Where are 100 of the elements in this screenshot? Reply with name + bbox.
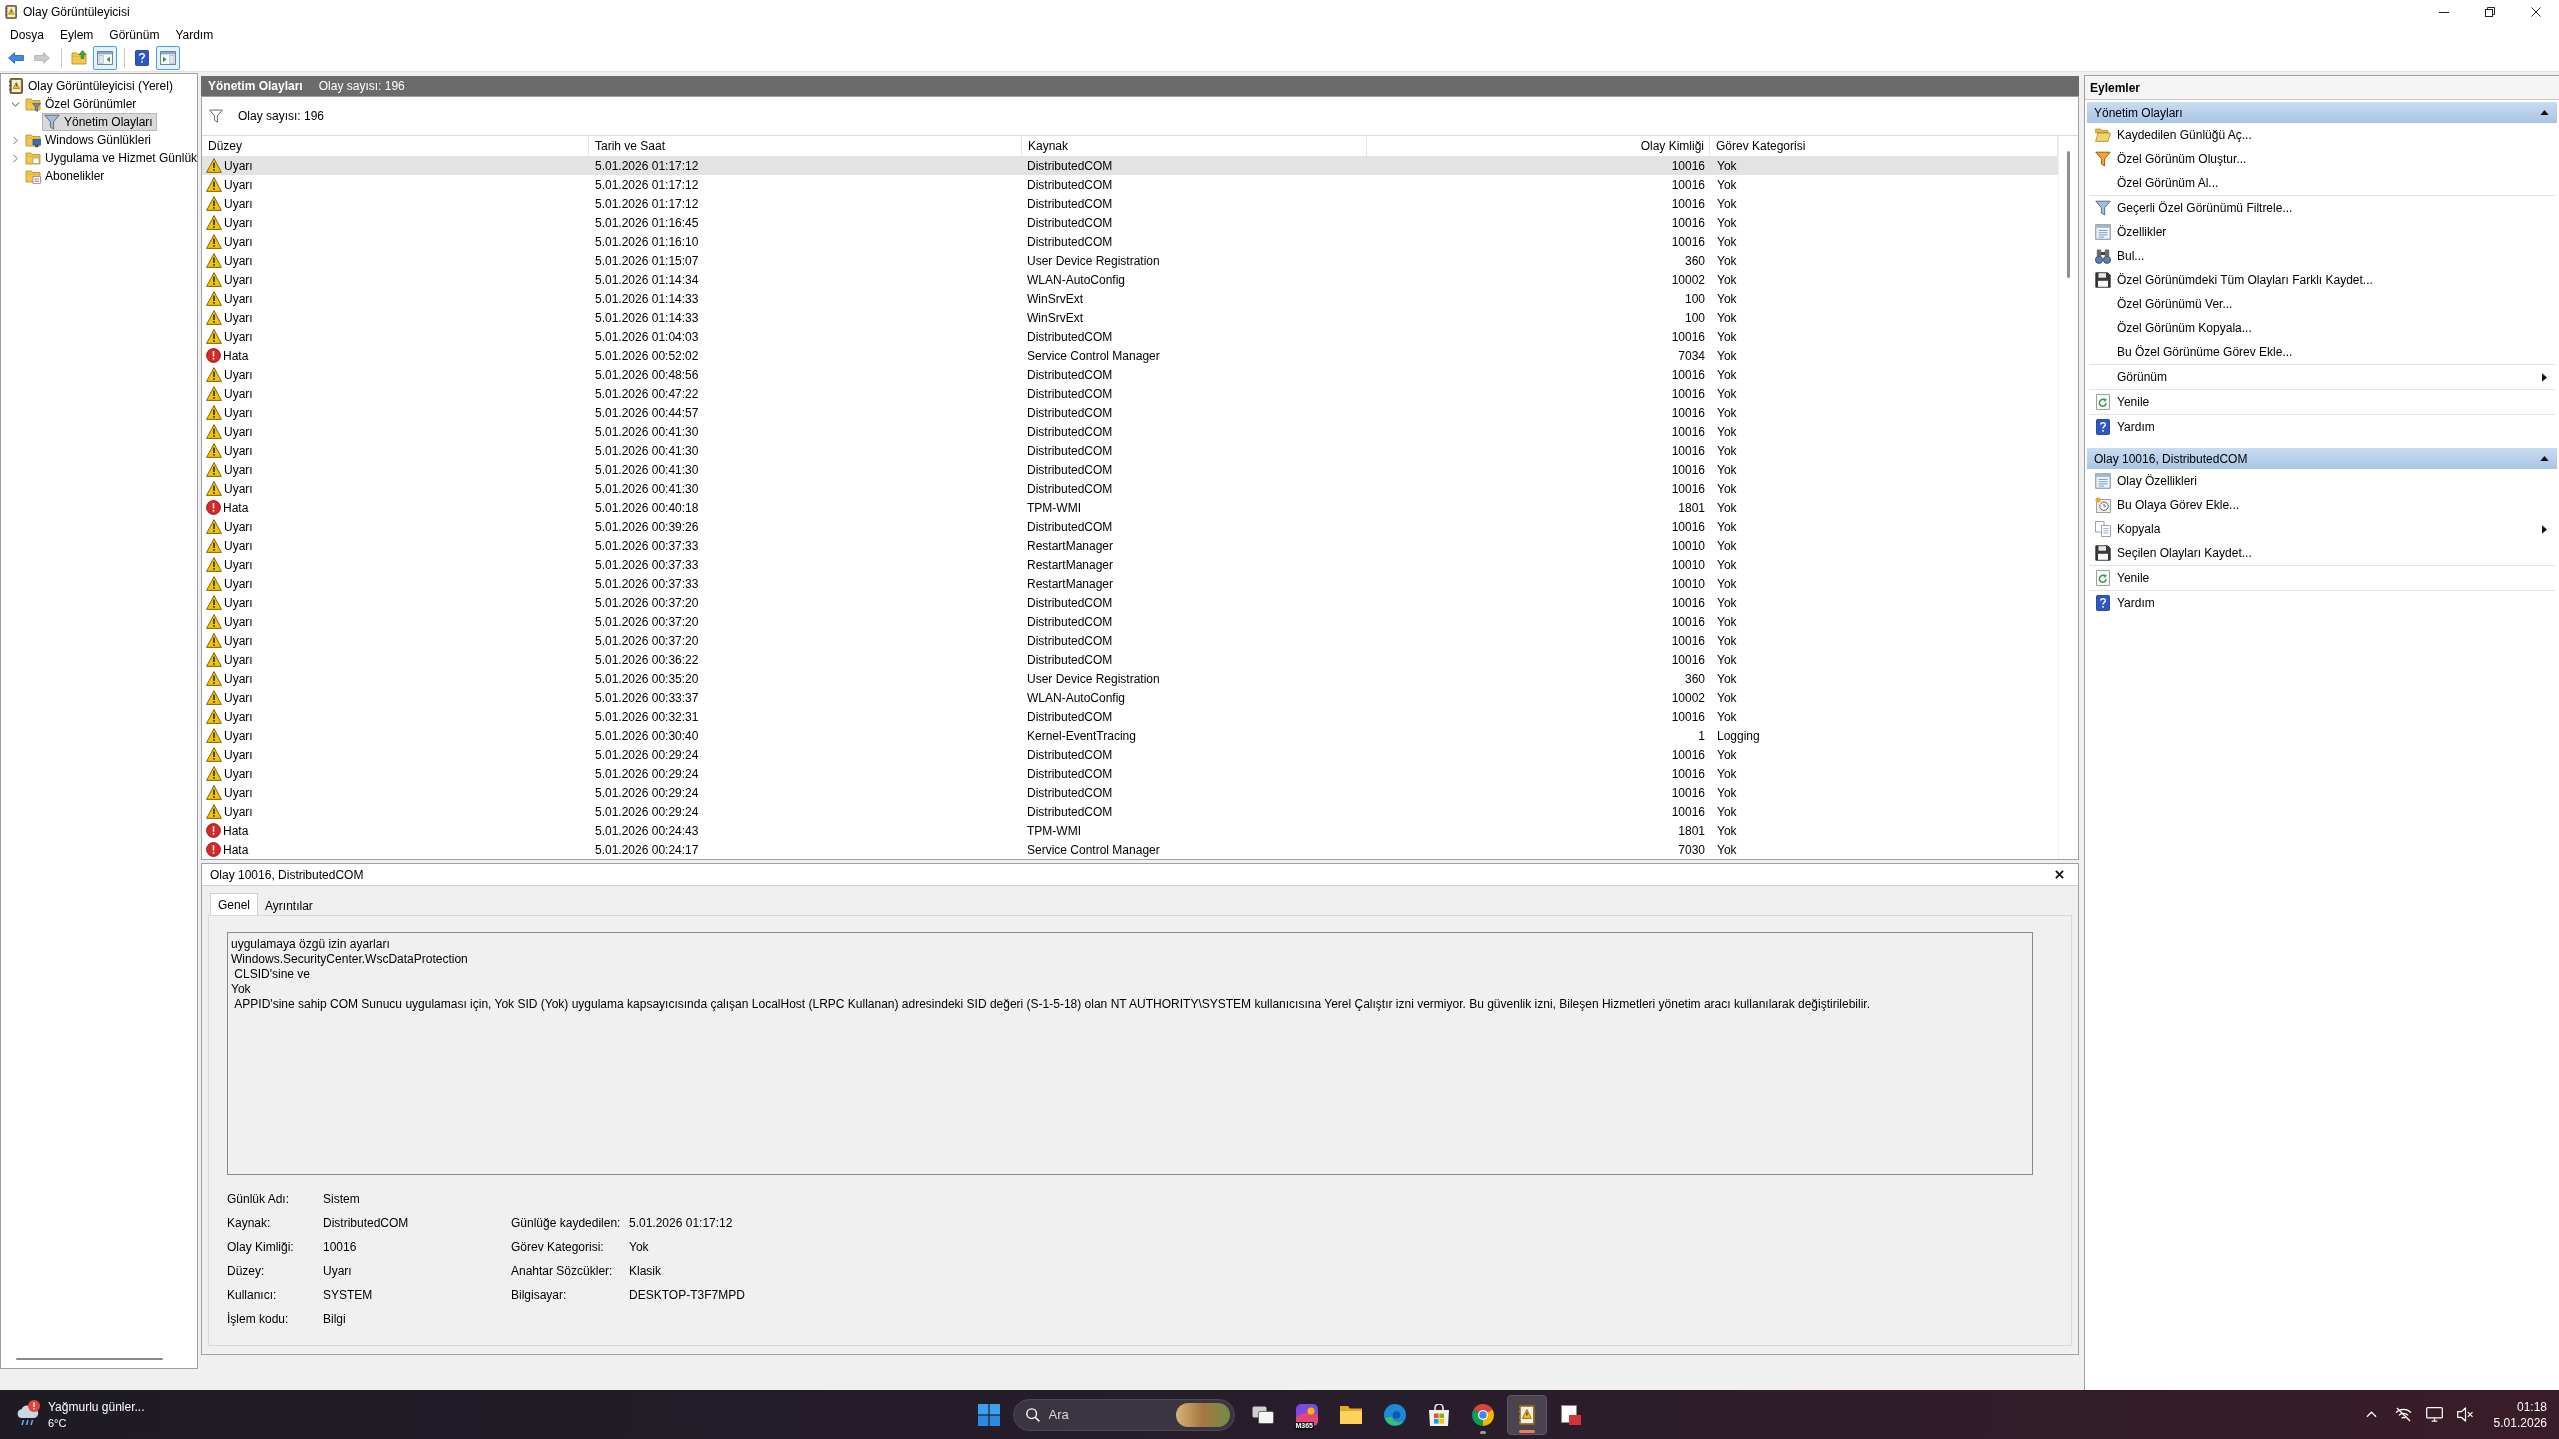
field-value: SYSTEM [323, 1287, 374, 1304]
action-item[interactable]: Yardım [2089, 415, 2555, 439]
table-cell-text: Service Control Manager [1026, 347, 1160, 365]
warning-icon [206, 291, 222, 306]
tree-item[interactable]: Olay Görüntüleyicisi (Yerel) [6, 77, 177, 95]
warning-icon [206, 253, 222, 268]
table-cell-text: 10010 [1671, 575, 1706, 593]
table-cell-text: 5.01.2026 00:24:43 [594, 822, 699, 840]
event-message-field[interactable]: uygulamaya özgü izin ayarları Windows.SecurityCenter.WscDataProtection CLSID'sine ve Yok APPID'sine sahip COM Sunucu uygulaması için, Yok SID (Yok) uygulama kapsayıcısında çalışan LocalHost (LRPC Kullanan) adresindeki SID değeri (S-1-5-18) olan NT AUTHORITY\SYSTEM kullanıcısına Yerel Çalıştır izni vermiyor. Bu güvenlik izni, Bileşen Hizmetleri yönetim aracı kullanılarak değiştirilebilir. [227, 932, 2033, 1175]
restore-icon [2485, 7, 2495, 17]
warning-icon [206, 690, 222, 705]
network-off-icon[interactable] [2394, 1407, 2412, 1422]
triangle-up-icon[interactable] [2540, 456, 2549, 461]
table-row[interactable]: Uyarı 5.01.2026 01:17:12 DistributedCOM 10016 Yok [202, 156, 2058, 175]
table-cell-text: Yok [1716, 157, 1737, 175]
table-cell-text: WinSrvExt [1026, 290, 1083, 308]
tree-item[interactable]: Uygulama ve Hizmet Günlük [23, 149, 197, 167]
action-item[interactable]: Kaydedilen Günlüğü Aç... [2089, 123, 2555, 147]
filter-status-text: Olay sayısı: 196 [238, 108, 325, 125]
table-cell-text: Yok [1716, 765, 1737, 783]
table-cell-text: Hata [223, 822, 249, 840]
section-header[interactable]: Yönetim Olayları [2087, 102, 2557, 123]
tree-item[interactable]: Windows Günlükleri [23, 131, 156, 149]
close-button[interactable] [2052, 867, 2066, 882]
triangle-up-icon[interactable] [2540, 110, 2549, 115]
action-item[interactable]: Özellikler [2089, 220, 2555, 244]
clock-date[interactable]: 5.01.2026 [2493, 1414, 2547, 1431]
field-value: 10016 [323, 1239, 358, 1256]
table-cell-text: 5.01.2026 00:40:18 [594, 499, 699, 517]
table-cell-text: Uyarı [224, 233, 253, 251]
action-item[interactable]: Bu Olaya Görev Ekle... [2089, 493, 2555, 517]
action-item[interactable]: Özel Görünümü Ver... [2089, 292, 2555, 316]
action-item[interactable]: Yenile [2089, 566, 2555, 590]
action-item[interactable]: Özel Görünüm Kopyala... [2089, 316, 2555, 340]
tree-item[interactable]: Özel Görünümler [23, 95, 141, 113]
monitor-icon[interactable] [2425, 1407, 2443, 1422]
action-item[interactable]: Özel Görünümdeki Tüm Olayları Farklı Kaydet... [2089, 268, 2555, 292]
action-item[interactable]: Yenile [2089, 390, 2555, 414]
menu-item[interactable]: Eylem [53, 24, 101, 45]
filter-icon [209, 109, 223, 123]
table-cell-text: Uyarı [224, 689, 253, 707]
table-cell-text: Yok [1716, 822, 1737, 840]
table-cell-text: Yok [1716, 442, 1737, 460]
table-cell-text: Uyarı [224, 784, 253, 802]
menu-item[interactable]: Yardım [168, 24, 221, 45]
table-cell-text: DistributedCOM [1026, 746, 1113, 764]
table-cell-text: 1801 [1678, 499, 1706, 517]
tab[interactable]: Genel [210, 893, 259, 915]
action-item[interactable]: Olay Özellikleri [2089, 469, 2555, 493]
table-cell-text: 5.01.2026 00:37:33 [594, 556, 699, 574]
windows-logo-icon [977, 1403, 1000, 1426]
pane-toggle-button[interactable] [156, 46, 180, 70]
tree-item[interactable]: Abonelikler [23, 167, 109, 185]
action-item[interactable]: Kopyala [2089, 517, 2555, 541]
table-cell-text: Uyarı [224, 518, 253, 536]
table-cell-text: RestartManager [1026, 556, 1114, 574]
table-cell-text: TPM-WMI [1026, 822, 1081, 840]
table-cell-text: Yok [1716, 803, 1737, 821]
chevron-right-icon[interactable] [12, 153, 18, 163]
chevron-right-icon[interactable] [12, 135, 18, 145]
field-label: Olay Kimliği: [227, 1239, 295, 1256]
action-item[interactable]: Bu Özel Görünüme Görev Ekle... [2089, 340, 2555, 364]
speaker-muted-icon[interactable] [2456, 1407, 2474, 1422]
table-cell-text: DistributedCOM [1026, 594, 1113, 612]
section-header[interactable]: Olay 10016, DistributedCOM [2087, 448, 2557, 469]
pane-toggle-button[interactable] [93, 46, 117, 70]
action-item[interactable]: Özel Görünüm Oluştur... [2089, 147, 2555, 171]
action-item[interactable]: Bul... [2089, 244, 2555, 268]
menu-item[interactable]: Dosya [3, 24, 51, 45]
open-folder-icon [2095, 128, 2111, 142]
menu-item[interactable]: Görünüm [102, 24, 167, 45]
scrollbar-thumb[interactable] [16, 1358, 163, 1360]
action-item[interactable]: Seçilen Olayları Kaydet... [2089, 541, 2555, 565]
taskbar-button[interactable] [1506, 1394, 1547, 1435]
table-cell-text: Yok [1716, 309, 1737, 327]
field-label: Günlüğe kaydedilen: [511, 1215, 622, 1232]
action-item[interactable]: Geçerli Özel Görünümü Filtrele... [2089, 196, 2555, 220]
table-cell-text: Uyarı [224, 442, 253, 460]
search-field[interactable]: Ara [1048, 1403, 1149, 1426]
chevron-up-icon[interactable] [2365, 1411, 2377, 1418]
warning-icon [206, 766, 222, 781]
action-item[interactable]: Özel Görünüm Al... [2089, 171, 2555, 195]
warning-icon [206, 633, 222, 648]
weather-text[interactable]: Yağmurlu günler... [48, 1398, 145, 1415]
action-item[interactable]: Yardım [2089, 591, 2555, 615]
scrollbar-thumb[interactable] [2067, 151, 2070, 278]
chevron-down-icon[interactable] [10, 101, 20, 107]
table-cell-text: DistributedCOM [1026, 784, 1113, 802]
table-cell-text: Uyarı [224, 556, 253, 574]
table-cell-text: DistributedCOM [1026, 328, 1113, 346]
action-item[interactable]: Görünüm [2089, 365, 2555, 389]
tree-item[interactable]: Yönetim Olayları [42, 113, 157, 131]
properties-icon [2095, 473, 2111, 489]
clock-time[interactable]: 01:18 [2516, 1398, 2547, 1415]
table-cell-text: Yok [1716, 290, 1737, 308]
browser-icon [1471, 1403, 1494, 1426]
table-cell-text: Yok [1716, 670, 1737, 688]
search-bar[interactable]: Ara [1012, 1398, 1235, 1431]
warning-icon [206, 386, 222, 401]
table-cell-text: 10016 [1671, 803, 1706, 821]
